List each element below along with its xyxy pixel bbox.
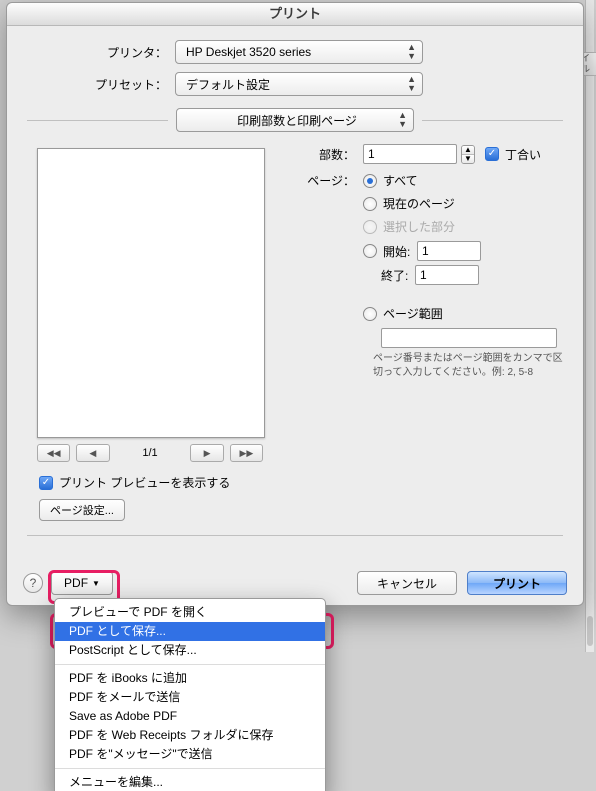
preview-column: ◀◀ ◀ 1/1 ▶ ▶▶: [27, 144, 295, 462]
printer-label: プリンタ：: [27, 44, 175, 61]
chevron-down-icon: ▼: [92, 579, 100, 588]
chevron-updown-icon: ▲▼: [398, 111, 407, 129]
pages-selection-radio: [363, 220, 377, 234]
page-setup-button[interactable]: ページ設定...: [39, 499, 125, 521]
pages-to-input[interactable]: [415, 265, 479, 285]
pager-prev-button[interactable]: ◀: [76, 444, 109, 462]
pager-last-button[interactable]: ▶▶: [230, 444, 263, 462]
menu-open-in-preview[interactable]: プレビューで PDF を開く: [55, 603, 325, 622]
background-scrollbar: [585, 0, 594, 652]
menu-save-as-postscript[interactable]: PostScript として保存...: [55, 641, 325, 660]
printer-select[interactable]: HP Deskjet 3520 series ▲▼: [175, 40, 423, 64]
cancel-button[interactable]: キャンセル: [357, 571, 457, 595]
pdf-menu-label: PDF: [64, 576, 88, 590]
copies-input[interactable]: [363, 144, 457, 164]
pages-all-radio[interactable]: [363, 174, 377, 188]
preset-label: プリセット：: [27, 76, 175, 93]
pages-current-label: 現在のページ: [383, 195, 455, 212]
pdf-menu-button[interactable]: PDF ▼: [51, 571, 113, 595]
print-button[interactable]: プリント: [467, 571, 567, 595]
collate-checkbox[interactable]: [485, 147, 499, 161]
preview-page: [37, 148, 265, 438]
menu-save-as-pdf[interactable]: PDF として保存...: [55, 622, 325, 641]
stepper-down-icon: ▼: [462, 154, 474, 163]
pages-range-label: ページ範囲: [383, 305, 443, 322]
pages-from-input[interactable]: [417, 241, 481, 261]
dialog-title: プリント: [7, 3, 583, 26]
copies-stepper[interactable]: ▲▼: [461, 145, 475, 164]
pages-from-label: 開始:: [383, 243, 417, 260]
pager-next-button[interactable]: ▶: [190, 444, 223, 462]
pager-text: 1/1: [142, 447, 157, 459]
pages-current-radio[interactable]: [363, 197, 377, 211]
show-preview-label: プリント プレビューを表示する: [59, 474, 230, 491]
menu-messages[interactable]: PDF を"メッセージ"で送信: [55, 745, 325, 764]
pdf-popup-menu: プレビューで PDF を開く PDF として保存... PostScript と…: [54, 598, 326, 791]
menu-separator: [55, 768, 325, 769]
printer-value: HP Deskjet 3520 series: [186, 45, 311, 59]
pages-selection-label: 選択した部分: [383, 218, 455, 235]
pages-range-radio[interactable]: [363, 307, 377, 321]
pages-all-label: すべて: [383, 172, 418, 189]
pages-range-input[interactable]: [381, 328, 557, 348]
copies-label: 部数：: [295, 146, 363, 163]
pager-first-button[interactable]: ◀◀: [37, 444, 70, 462]
panel-value: 印刷部数と印刷ページ: [237, 112, 357, 129]
pages-to-label: 終了:: [381, 267, 415, 284]
menu-save-as-adobe-pdf[interactable]: Save as Adobe PDF: [55, 707, 325, 726]
chevron-updown-icon: ▲▼: [407, 43, 416, 61]
menu-edit[interactable]: メニューを編集...: [55, 773, 325, 791]
show-preview-checkbox[interactable]: [39, 476, 53, 490]
pages-range-hint: ページ番号またはページ範囲をカンマで区切って入力してください。例: 2, 5-8: [373, 352, 563, 380]
panel-select[interactable]: 印刷部数と印刷ページ ▲▼: [176, 108, 414, 132]
pages-label: ページ：: [295, 172, 363, 189]
print-dialog: プリント プリンタ： HP Deskjet 3520 series ▲▼ プリセ…: [6, 2, 584, 606]
options-column: 部数： ▲▼ 丁合い ページ： すべて: [295, 144, 563, 462]
collate-label: 丁合い: [505, 146, 541, 163]
menu-add-to-ibooks[interactable]: PDF を iBooks に追加: [55, 669, 325, 688]
menu-separator: [55, 664, 325, 665]
pages-from-radio[interactable]: [363, 244, 377, 258]
menu-mail-pdf[interactable]: PDF をメールで送信: [55, 688, 325, 707]
chevron-updown-icon: ▲▼: [407, 75, 416, 93]
preset-value: デフォルト設定: [186, 76, 270, 93]
stepper-up-icon: ▲: [462, 146, 474, 154]
preset-select[interactable]: デフォルト設定 ▲▼: [175, 72, 423, 96]
help-button[interactable]: ?: [23, 573, 43, 593]
menu-web-receipts[interactable]: PDF を Web Receipts フォルダに保存: [55, 726, 325, 745]
